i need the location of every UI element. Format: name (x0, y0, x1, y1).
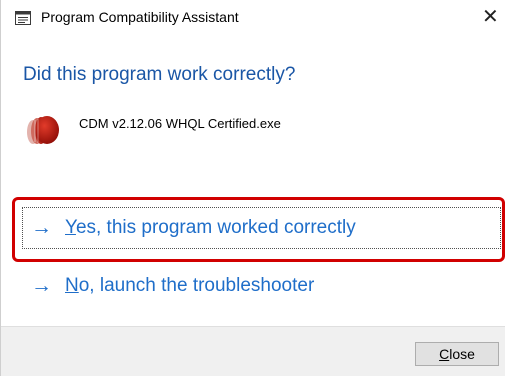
window-title: Program Compatibility Assistant (41, 9, 239, 25)
dialog-heading: Did this program work correctly? (23, 64, 296, 85)
program-name: CDM v2.12.06 WHQL Certified.exe (79, 116, 281, 131)
yes-option-text: es, this program worked correctly (75, 217, 356, 238)
app-window-icon (15, 11, 31, 25)
arrow-right-icon: → (31, 216, 52, 239)
cdm-program-icon (23, 114, 63, 146)
close-button-text: lose (449, 346, 475, 362)
no-option-label: No, launch the troubleshooter (65, 275, 314, 297)
no-accelerator: N (65, 275, 79, 296)
yes-option-label: Yes, this program worked correctly (65, 217, 356, 239)
compatibility-assistant-window: Program Compatibility Assistant ✕ Did th… (0, 0, 505, 376)
close-accelerator: C (439, 346, 450, 362)
yes-worked-correctly-link[interactable]: → Yes, this program worked correctly (22, 207, 501, 249)
no-launch-troubleshooter-link[interactable]: → No, launch the troubleshooter (22, 266, 501, 306)
close-button[interactable]: Close (415, 342, 499, 366)
yes-accelerator: Y (65, 217, 76, 238)
dialog-footer: Close (1, 326, 505, 376)
close-icon[interactable]: ✕ (482, 0, 505, 36)
no-option-text: o, launch the troubleshooter (78, 275, 315, 296)
arrow-right-icon: → (31, 274, 52, 297)
title-bar: Program Compatibility Assistant ✕ (1, 0, 505, 36)
